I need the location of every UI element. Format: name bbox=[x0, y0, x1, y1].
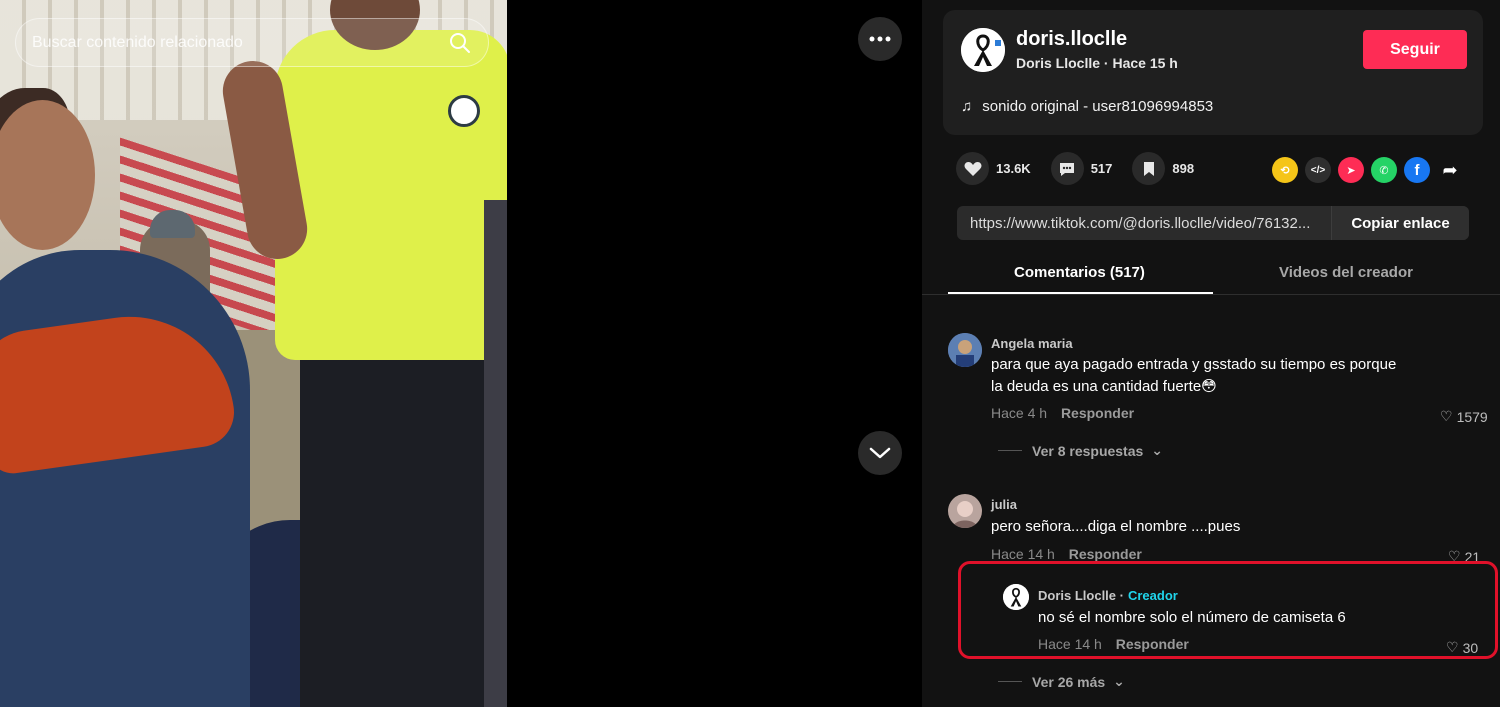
view-more-replies-button[interactable]: Ver 26 más ⌄ bbox=[998, 673, 1125, 690]
comment-like[interactable]: ♡ 1579 bbox=[1440, 408, 1488, 425]
sidebar: doris.lloclle Doris Lloclle · Hace 15 h … bbox=[922, 0, 1500, 707]
comment-text: pero señora....diga el nombre ....pues bbox=[991, 518, 1241, 535]
related-search-input[interactable] bbox=[32, 33, 440, 52]
chevron-down-icon bbox=[869, 447, 891, 459]
heart-outline-icon: ♡ bbox=[1440, 408, 1453, 424]
more-dots-icon bbox=[869, 36, 891, 42]
save-action[interactable]: 898 bbox=[1132, 152, 1194, 185]
video-cap bbox=[150, 210, 195, 238]
share-icons: ⟲ </> ➤ ✆ f ➦ bbox=[1272, 157, 1463, 183]
like-count: 13.6K bbox=[996, 161, 1031, 176]
author-avatar[interactable] bbox=[961, 28, 1005, 72]
comment-text: para que aya pagado entrada y gsstado su… bbox=[991, 356, 1397, 395]
commenter-avatar[interactable] bbox=[948, 494, 982, 528]
video-player[interactable] bbox=[0, 0, 507, 707]
shirt-badge bbox=[448, 95, 480, 127]
commenter-name[interactable]: julia bbox=[991, 497, 1017, 512]
tab-comments[interactable]: Comentarios (517) bbox=[1014, 264, 1145, 281]
comment-action[interactable]: 517 bbox=[1050, 152, 1113, 185]
video-woman-head bbox=[0, 100, 95, 250]
copy-link-row: https://www.tiktok.com/@doris.lloclle/vi… bbox=[957, 206, 1469, 240]
active-tab-indicator bbox=[948, 292, 1213, 294]
chevron-down-icon: ⌄ bbox=[1151, 442, 1164, 458]
comment-time: Hace 14 h bbox=[991, 546, 1055, 562]
comment-meta: Hace 4 h Responder bbox=[991, 405, 1134, 421]
reply-button[interactable]: Responder bbox=[1069, 546, 1142, 562]
video-pole bbox=[484, 200, 507, 707]
tab-creator-videos[interactable]: Videos del creador bbox=[1279, 264, 1413, 281]
heart-icon bbox=[956, 152, 989, 185]
divider bbox=[998, 450, 1022, 451]
author-card: doris.lloclle Doris Lloclle · Hace 15 h … bbox=[943, 10, 1483, 135]
like-action[interactable]: 13.6K bbox=[956, 152, 1031, 185]
embed-icon[interactable]: </> bbox=[1305, 157, 1331, 183]
search-icon[interactable] bbox=[448, 31, 472, 55]
video-man-shirt bbox=[275, 30, 507, 360]
commenter-name[interactable]: Angela maria bbox=[991, 336, 1073, 351]
action-bar: 13.6K 517 898 bbox=[956, 152, 1214, 185]
follow-button[interactable]: Seguir bbox=[1363, 30, 1467, 69]
video-link[interactable]: https://www.tiktok.com/@doris.lloclle/vi… bbox=[957, 215, 1331, 232]
comment-bubble-icon bbox=[1050, 152, 1084, 185]
mourning-ribbon-icon bbox=[961, 28, 1005, 72]
view-replies-label: Ver 8 respuestas bbox=[1032, 442, 1144, 459]
divider bbox=[998, 681, 1022, 682]
bookmark-icon bbox=[1132, 152, 1166, 185]
repost-icon[interactable]: ⟲ bbox=[1272, 157, 1298, 183]
video-man-pants bbox=[300, 340, 490, 707]
sidebar-tabs: Comentarios (517) Videos del creador bbox=[922, 255, 1500, 295]
music-link[interactable]: ♫ sonido original - user81096994853 bbox=[961, 98, 1213, 115]
video-nav-area bbox=[507, 0, 922, 707]
facebook-icon[interactable]: f bbox=[1404, 157, 1430, 183]
whatsapp-icon[interactable]: ✆ bbox=[1371, 157, 1397, 183]
send-icon[interactable]: ➤ bbox=[1338, 157, 1364, 183]
share-arrow-icon[interactable]: ➦ bbox=[1437, 157, 1463, 183]
music-note-icon: ♫ bbox=[961, 98, 973, 115]
author-display-line: Doris Lloclle · Hace 15 h bbox=[1016, 55, 1178, 71]
copy-link-button[interactable]: Copiar enlace bbox=[1331, 206, 1469, 240]
chevron-down-icon: ⌄ bbox=[1113, 673, 1125, 689]
author-username[interactable]: doris.lloclle bbox=[1016, 28, 1127, 51]
commenter-avatar[interactable] bbox=[948, 333, 982, 367]
save-count: 898 bbox=[1172, 161, 1195, 176]
comment-time: Hace 4 h bbox=[991, 405, 1048, 421]
comment-meta: Hace 14 h Responder bbox=[991, 546, 1142, 562]
comment-like-count: 1579 bbox=[1456, 408, 1488, 425]
view-more-label: Ver 26 más bbox=[1032, 673, 1106, 690]
view-replies-button[interactable]: Ver 8 respuestas ⌄ bbox=[998, 442, 1163, 459]
highlight-box bbox=[958, 561, 1498, 659]
comment-count: 517 bbox=[1090, 161, 1113, 176]
music-title: sonido original - user81096994853 bbox=[982, 98, 1214, 115]
more-options-button[interactable] bbox=[858, 17, 902, 61]
reply-button[interactable]: Responder bbox=[1061, 405, 1134, 421]
related-search-bar[interactable] bbox=[15, 18, 489, 67]
next-video-button[interactable] bbox=[858, 431, 902, 475]
